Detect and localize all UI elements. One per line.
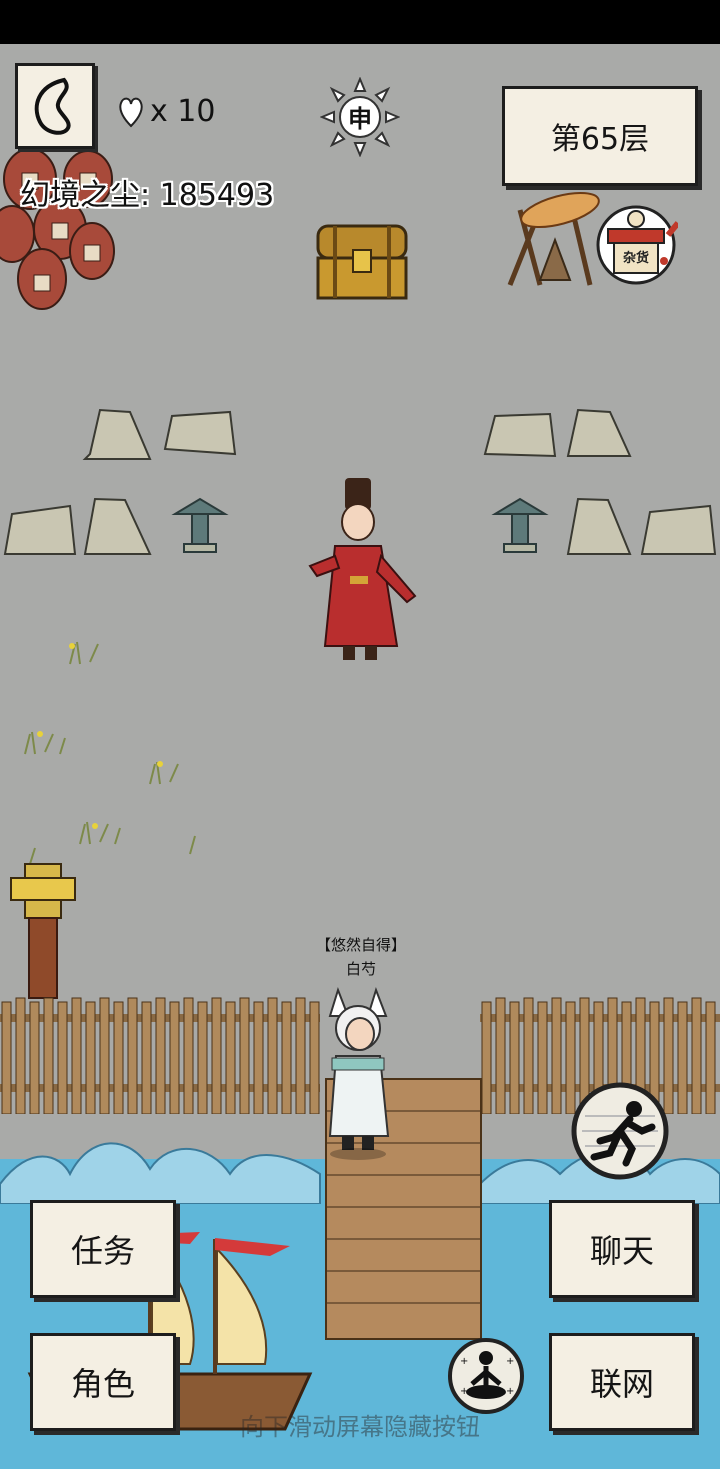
roasting-fire-decoration — [507, 191, 600, 286]
shop-button[interactable]: 杂货 — [596, 199, 681, 299]
treasure-chest[interactable] — [315, 222, 409, 302]
game-scene[interactable]: x 10 幻境之尘: 185493 申 第65层 杂货 【悠然自得】 白芍 + … — [0, 44, 720, 1469]
player-name: 白芍 — [345, 960, 376, 978]
meditate-button[interactable]: + + + + — [446, 1336, 526, 1416]
time-indicator[interactable]: 申 — [319, 76, 401, 158]
floor-level-label: 第65层 — [502, 86, 698, 186]
status-bar — [0, 0, 720, 44]
shop-sign: 杂货 — [622, 251, 649, 266]
sprint-button[interactable] — [570, 1081, 670, 1181]
lives-count: x 10 — [150, 94, 216, 129]
back-button[interactable] — [15, 63, 95, 149]
svg-text:+: + — [506, 1386, 514, 1397]
npc-red-robed-official[interactable] — [305, 476, 430, 666]
task-button[interactable]: 任务 — [30, 1200, 176, 1298]
swipe-hint: 向下滑动屏幕隐藏按钮 — [240, 1413, 480, 1441]
svg-text:+: + — [506, 1356, 514, 1367]
meditation-icon: + + + + — [448, 1338, 524, 1414]
currency-counter: 幻境之尘: 185493 — [20, 178, 275, 213]
svg-text:+: + — [460, 1386, 468, 1397]
running-man-icon — [571, 1082, 669, 1180]
svg-text:+: + — [460, 1356, 468, 1367]
heart-icon — [119, 97, 143, 128]
back-arrow-icon — [34, 77, 71, 135]
grass-patches-decoration — [24, 641, 196, 865]
stone-arrangement-right — [483, 408, 717, 555]
lantern-pillar-decoration — [10, 863, 76, 999]
player-title: 【悠然自得】 — [315, 936, 406, 954]
player-character[interactable] — [318, 986, 398, 1161]
time-glyph: 申 — [348, 105, 372, 133]
stone-arrangement-left — [3, 408, 237, 555]
fence-left — [0, 997, 320, 1114]
chat-button[interactable]: 聊天 — [549, 1200, 695, 1298]
